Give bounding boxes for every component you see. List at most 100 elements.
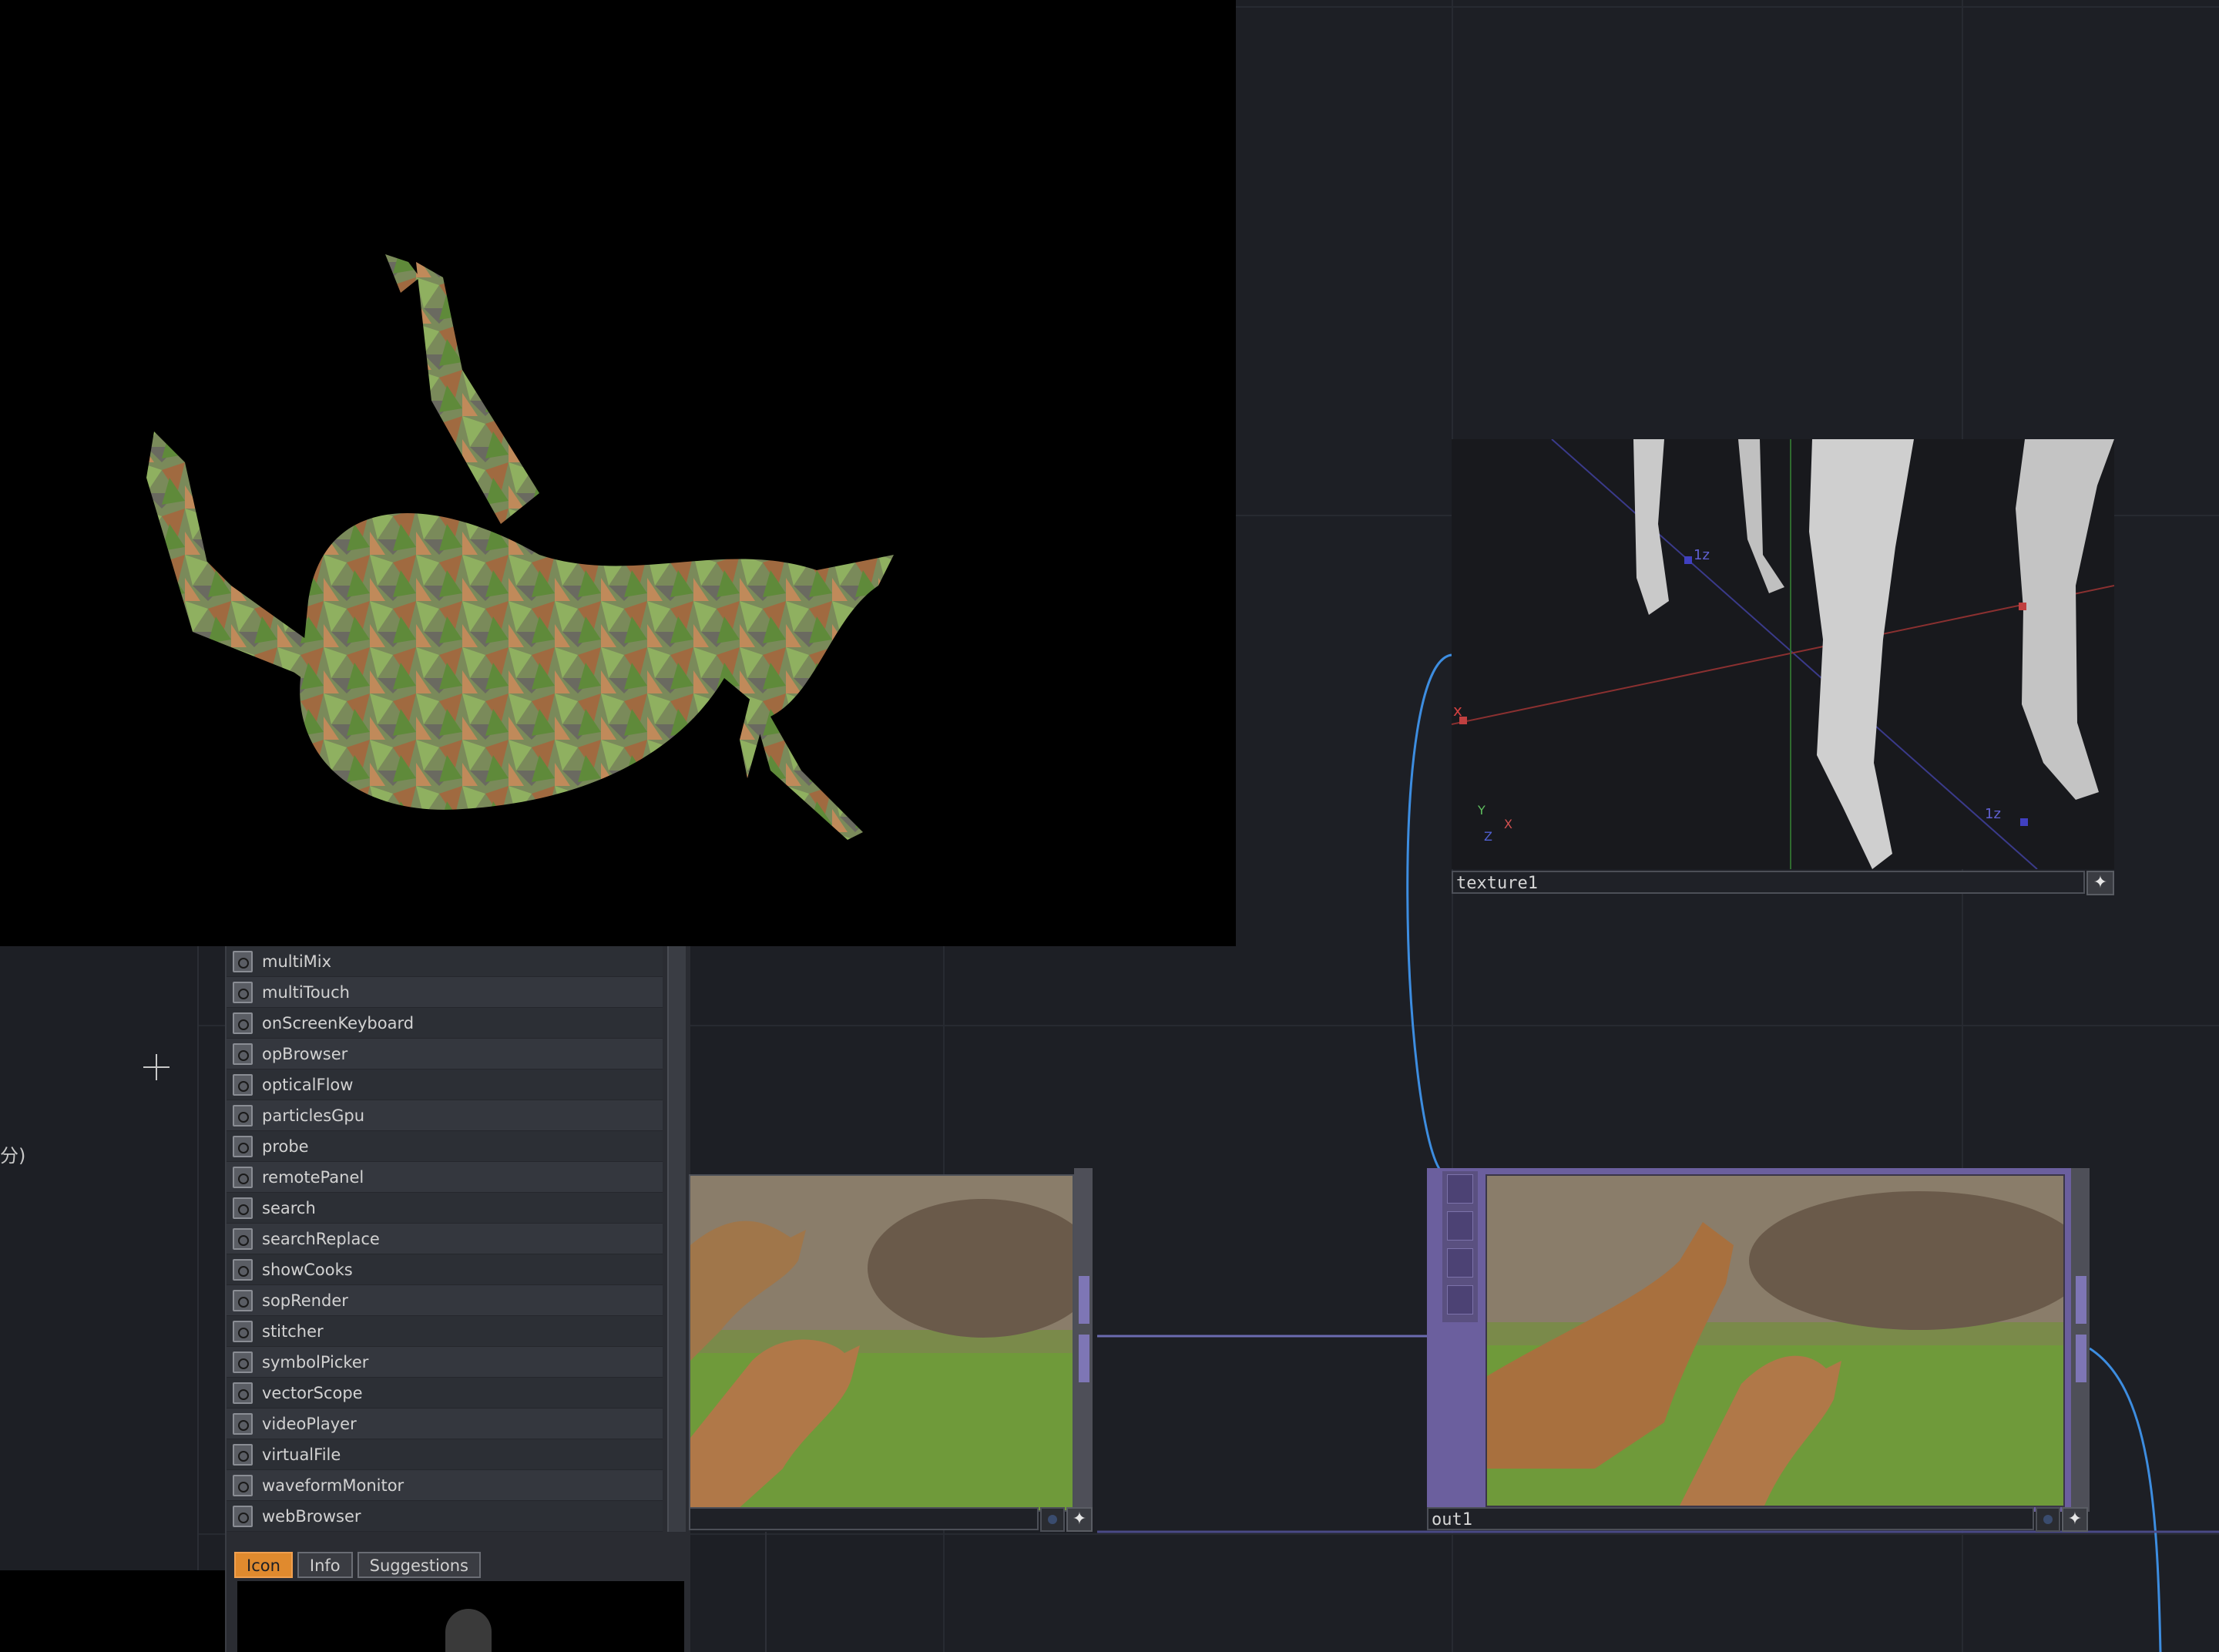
palette-item[interactable]: search: [227, 1193, 663, 1224]
texture1-label[interactable]: texture1: [1452, 871, 2085, 894]
palette-item-label: multiMix: [262, 952, 332, 971]
palette-item-label: onScreenKeyboard: [262, 1014, 415, 1032]
starfield-preview: [0, 1570, 228, 1652]
output-connector[interactable]: [2076, 1335, 2086, 1382]
viewer-toggle-button[interactable]: ✦: [2062, 1507, 2088, 1532]
palette-item-label: showCooks: [262, 1261, 353, 1279]
out1-node[interactable]: out1 ✦: [1427, 1168, 2090, 1532]
palette-item-label: opticalFlow: [262, 1076, 354, 1094]
component-icon: [233, 1351, 253, 1373]
palette-item[interactable]: symbolPicker: [227, 1347, 663, 1378]
palette-item[interactable]: waveformMonitor: [227, 1470, 663, 1501]
axis-gizmo: Y X Z: [1478, 803, 1516, 844]
component-icon: [233, 1167, 253, 1188]
palette-item[interactable]: virtualFile: [227, 1439, 663, 1470]
palette-item-label: webBrowser: [262, 1507, 361, 1526]
display-flag-button[interactable]: [2036, 1507, 2060, 1532]
viewer-3d[interactable]: [0, 0, 1236, 946]
palette-list: multiMix multiTouch onScreenKeyboard opB…: [227, 946, 664, 1532]
tab-icon[interactable]: Icon: [234, 1552, 293, 1578]
palette-item[interactable]: particlesGpu: [227, 1100, 663, 1131]
component-icon: [233, 951, 253, 972]
palette-item-label: remotePanel: [262, 1168, 364, 1187]
component-icon: [233, 1382, 253, 1404]
output-connector[interactable]: [1079, 1276, 1089, 1324]
image-node[interactable]: ✦: [689, 1168, 1097, 1532]
image-node-label[interactable]: [689, 1507, 1039, 1530]
deer-model-render: [146, 254, 894, 840]
component-icon: [233, 1228, 253, 1250]
viewer-toggle-button[interactable]: ✦: [2086, 871, 2114, 895]
palette-browser: multiMix multiTouch onScreenKeyboard opB…: [225, 946, 690, 1652]
gizmo-y-label: Y: [1478, 803, 1485, 818]
out1-label[interactable]: out1: [1427, 1507, 2034, 1530]
palette-scrollbar[interactable]: [667, 946, 686, 1532]
deer-legs-render: [1452, 439, 2114, 869]
clone-icon[interactable]: [1447, 1285, 1473, 1315]
output-connector[interactable]: [1079, 1335, 1089, 1382]
axis-label-x: x: [1453, 701, 1462, 720]
viewer-toggle-button[interactable]: ✦: [1066, 1507, 1093, 1532]
out1-connectors: [2071, 1168, 2090, 1512]
texture1-viewer[interactable]: x 1z 1z Y X Z: [1452, 439, 2114, 869]
component-icon: [233, 1043, 253, 1065]
component-icon: [233, 1444, 253, 1466]
palette-item[interactable]: vectorScope: [227, 1378, 663, 1409]
palette-item-label: sopRender: [262, 1291, 348, 1310]
palette-item[interactable]: onScreenKeyboard: [227, 1008, 663, 1039]
tab-suggestions[interactable]: Suggestions: [357, 1552, 481, 1578]
palette-item-label: particlesGpu: [262, 1106, 365, 1125]
texture1-node[interactable]: x 1z 1z Y X Z texture1 ✦: [1452, 439, 2114, 897]
palette-item[interactable]: showCooks: [227, 1254, 663, 1285]
icon-preview: [237, 1581, 684, 1652]
component-icon: [233, 1074, 253, 1096]
axis-label-z1: 1z: [1694, 547, 1710, 563]
component-icon: [233, 1290, 253, 1311]
component-icon: [233, 982, 253, 1003]
component-icon: [233, 1136, 253, 1157]
display-flag-button[interactable]: [1040, 1507, 1065, 1532]
palette-item-label: videoPlayer: [262, 1415, 357, 1433]
bypass-icon[interactable]: [1447, 1174, 1473, 1204]
image-node-connectors: [1074, 1168, 1093, 1512]
palette-item[interactable]: probe: [227, 1131, 663, 1162]
component-icon: [233, 1413, 253, 1435]
palette-item[interactable]: multiMix: [227, 946, 663, 977]
out1-toolbar: [1442, 1171, 1478, 1322]
arrow-right-icon[interactable]: [1447, 1248, 1473, 1278]
palette-item[interactable]: searchReplace: [227, 1224, 663, 1254]
left-panel: [0, 946, 199, 1570]
palette-item[interactable]: stitcher: [227, 1316, 663, 1347]
component-icon: [233, 1475, 253, 1496]
palette-item-label: probe: [262, 1137, 309, 1156]
palette-item[interactable]: webBrowser: [227, 1501, 663, 1532]
lock-icon[interactable]: [1447, 1211, 1473, 1241]
palette-item[interactable]: opBrowser: [227, 1039, 663, 1069]
palette-item-label: opBrowser: [262, 1045, 348, 1063]
component-icon: [233, 1259, 253, 1281]
deer-photo: [1487, 1176, 2063, 1506]
component-icon: [233, 1105, 253, 1127]
jp-text: 分): [0, 1145, 26, 1167]
output-connector[interactable]: [2076, 1276, 2086, 1324]
palette-item-label: multiTouch: [262, 983, 350, 1002]
palette-item-label: stitcher: [262, 1322, 324, 1341]
plus-icon[interactable]: [143, 1054, 170, 1080]
palette-item[interactable]: opticalFlow: [227, 1069, 663, 1100]
palette-item-label: searchReplace: [262, 1230, 380, 1248]
palette-item-label: symbolPicker: [262, 1353, 369, 1372]
image-node-viewer[interactable]: [689, 1174, 1074, 1512]
palette-item[interactable]: videoPlayer: [227, 1409, 663, 1439]
component-icon: [233, 1012, 253, 1034]
palette-item-label: search: [262, 1199, 316, 1217]
palette-item-label: waveformMonitor: [262, 1476, 405, 1495]
palette-tabs: Icon Info Suggestions: [234, 1552, 485, 1578]
palette-item[interactable]: sopRender: [227, 1285, 663, 1316]
palette-item[interactable]: multiTouch: [227, 977, 663, 1008]
tab-info[interactable]: Info: [297, 1552, 353, 1578]
palette-item[interactable]: remotePanel: [227, 1162, 663, 1193]
out1-viewer[interactable]: [1485, 1174, 2065, 1507]
gizmo-x-label: X: [1504, 817, 1512, 831]
gizmo-z-label: Z: [1484, 829, 1492, 844]
palette-item-label: vectorScope: [262, 1384, 363, 1402]
